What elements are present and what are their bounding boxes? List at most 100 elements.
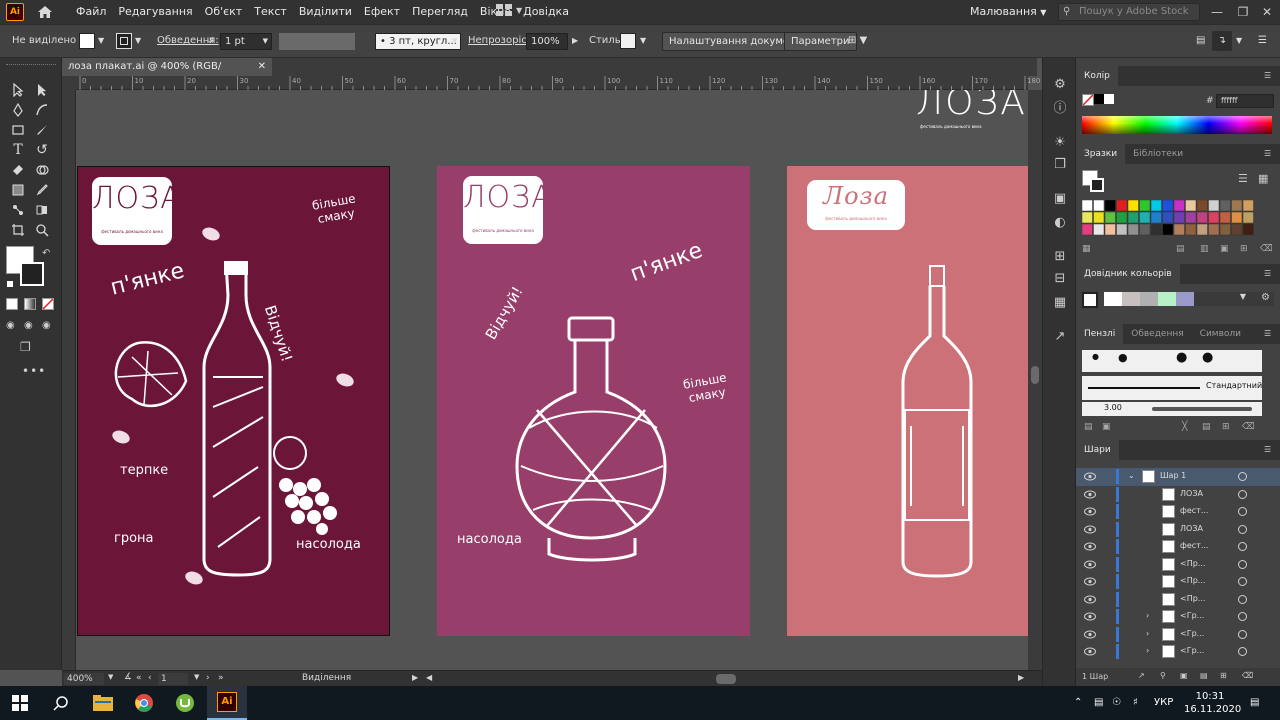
hex-input[interactable]: ffffff [1216,94,1274,108]
layer-name[interactable]: <Гр... [1180,646,1204,655]
export-layer-icon[interactable]: ↗ [1138,671,1145,680]
default-colors-icon[interactable] [6,280,14,288]
paintbrush-tool-icon[interactable] [32,120,52,140]
home-icon[interactable] [34,1,56,23]
layer-target-icon[interactable] [1238,577,1247,586]
visibility-eye-icon[interactable] [1084,612,1096,621]
brush-dots[interactable]: ● ● ● ● [1082,350,1262,372]
layer-target-icon[interactable] [1238,472,1247,481]
first-artboard-icon[interactable]: « [136,673,142,683]
last-artboard-icon[interactable]: » [218,673,224,683]
layer-name[interactable]: ЛОЗА [1180,489,1203,498]
horizontal-scrollbar-thumb[interactable] [716,674,736,684]
layer-row[interactable]: <Пр... [1076,591,1280,609]
draw-normal-icon[interactable]: ◉ [6,320,20,332]
symbols-tab[interactable]: Символи [1192,324,1249,344]
canvas[interactable]: ЛОЗА фестиваль домашнього вина п'янке бі… [76,90,1028,670]
white-swatch[interactable] [1104,94,1114,104]
network-icon[interactable]: ▤ [1094,686,1103,720]
zoom-tool-icon[interactable] [32,220,52,240]
draw-behind-icon[interactable]: ◉ [24,320,38,332]
chevron-down-icon[interactable]: ▼ [452,33,457,49]
menu-type[interactable]: Текст [248,0,293,24]
scroll-right-icon[interactable]: ▶ [1018,673,1024,682]
layer-row[interactable]: <Пр... [1076,556,1280,574]
notifications-icon[interactable]: ▤ [1250,686,1259,720]
document-tab[interactable]: лоза плакат.ai @ 400% (RGB/Перегляд) ✕ [62,58,272,90]
eraser-tool-icon[interactable] [8,160,28,180]
layer-target-icon[interactable] [1238,647,1247,656]
visibility-eye-icon[interactable] [1084,542,1096,551]
stroke-color-swatch[interactable] [20,262,44,286]
restore-button[interactable]: ❐ [1230,0,1256,24]
layer-row[interactable]: <Пр... [1076,573,1280,591]
menu-view[interactable]: Перегляд [406,0,474,24]
trash-icon[interactable]: ⌫ [1260,244,1273,254]
puppet-warp-tool-icon[interactable] [8,200,28,220]
edit-colors-icon[interactable]: ⚙ [1261,292,1270,303]
zoom-field[interactable]: 400% [64,673,104,685]
chevron-down-icon[interactable]: ▼ [98,33,104,49]
pen-tool-icon[interactable] [8,100,28,120]
menu-edit[interactable]: Редагування [112,0,198,24]
preferences-button[interactable]: Параметри [784,32,857,51]
direct-selection-tool-icon[interactable] [32,80,52,100]
new-sublayer-icon[interactable]: ▤ [1200,671,1208,680]
taskbar-clock[interactable]: 10:31 16.11.2020 [1184,690,1241,716]
volume-icon[interactable]: ♯ [1133,686,1138,720]
close-icon[interactable]: ✕ [258,58,266,76]
trash-icon[interactable]: ⌫ [1242,671,1253,680]
color-spectrum[interactable] [1082,116,1272,134]
folder-icon[interactable]: ▥ [1200,244,1209,254]
chevron-down-icon[interactable]: ▼ [135,33,141,49]
visibility-eye-icon[interactable] [1084,507,1096,516]
swap-colors-icon[interactable]: ↶ [42,248,50,259]
locate-object-icon[interactable]: ⚲ [1160,671,1166,680]
rectangle-tool-icon[interactable] [8,120,28,140]
layer-name[interactable]: <Пр... [1180,559,1205,568]
brush-definition[interactable]: • 3 пт, кругл... [375,33,461,50]
artboard-3[interactable]: Лоза фестиваль домашнього вина [787,166,1028,636]
logo-artwork[interactable]: ЛОЗА фестиваль домашнього вина [916,90,1025,132]
chevron-right-icon[interactable]: › [1146,629,1149,638]
harmony-swatches[interactable] [1104,292,1194,306]
layer-target-icon[interactable] [1238,594,1247,604]
brush-library-icon[interactable]: ▤ [1084,422,1093,432]
layer-target-icon[interactable] [1238,507,1247,516]
chevron-right-icon[interactable]: ▶ [572,33,578,49]
color-guide-tab[interactable]: Довідник кольорів [1076,264,1180,284]
black-swatch[interactable] [1094,94,1104,104]
screen-mode-icon[interactable]: ❐ [20,340,40,354]
eyedropper-tool-icon[interactable] [32,180,52,200]
layer-row-main[interactable]: ⌄ Шар 1 [1076,468,1280,486]
windows-start-icon[interactable] [7,690,33,716]
arrange-documents-button[interactable]: ▼ [496,4,522,16]
input-language[interactable]: УКР [1154,686,1173,720]
workspace-switcher[interactable]: Малювання ▼ [970,0,1046,25]
transparency-icon[interactable]: ▣ [1052,190,1068,206]
panel-menu-icon[interactable]: ☰ [1264,269,1274,279]
chevron-down-icon[interactable]: ▼ [640,33,646,49]
info-icon[interactable]: ⓘ [1052,98,1068,116]
vertical-ruler[interactable] [62,90,76,670]
layer-row[interactable]: › <Гр... [1076,626,1280,644]
fill-swatch[interactable] [79,33,95,49]
previous-artboard-icon[interactable]: ‹ [148,673,152,683]
stroke-swatch[interactable] [116,33,132,49]
swatch-kind-icon[interactable]: ▤ [1176,244,1185,254]
chevron-down-icon[interactable]: ⌄ [1128,471,1135,480]
properties-icon[interactable]: ⚙ [1052,76,1068,92]
artboard-1[interactable]: ЛОЗА фестиваль домашнього вина п'янке бі… [77,166,390,636]
horizontal-ruler[interactable]: 0 10 20 30 40 50 60 70 80 90 100 110 120 130 140 150 160… [76,76,1040,90]
stock-search-input[interactable]: ⚲ Пошук у Adobe Stock [1058,3,1200,21]
search-icon[interactable] [48,690,74,716]
layer-target-icon[interactable] [1238,629,1247,639]
new-layer-icon[interactable]: ⊞ [1220,671,1227,680]
align-panel-icon[interactable]: ⊞ [1052,248,1068,264]
chevron-down-icon[interactable]: ▼ [1236,33,1242,49]
transform-icon[interactable]: ⊞ ▼ [848,33,867,49]
visibility-eye-icon[interactable] [1084,490,1096,499]
menu-effect[interactable]: Ефект [358,0,406,24]
artboard-number-field[interactable]: 1 [158,673,188,685]
menu-file[interactable]: Файл [70,0,112,24]
